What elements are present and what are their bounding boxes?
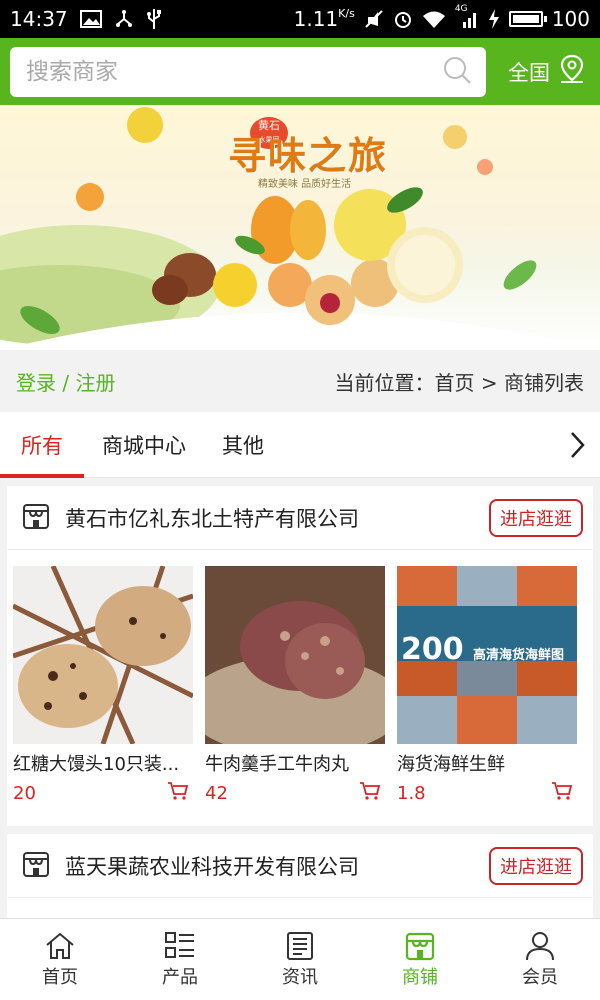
cart-icon[interactable] [167,781,189,805]
nav-news-label: 资讯 [282,966,318,988]
nav-home-label: 首页 [42,966,78,988]
enter-shop-button[interactable]: 进店逛逛 [489,498,583,537]
product-card[interactable]: 200 高清海货海鲜图 海货海鲜生鲜 1.8 [397,566,577,806]
category-tabs: 所有 商城中心 其他 [0,412,600,478]
product-card[interactable]: 红糖大馒头10只装... 20 [13,566,193,806]
signal-icon: 4G [455,4,479,28]
product-image-meatballs[interactable] [205,566,385,744]
top-header: 全国 [0,38,600,105]
network-type: 4G [454,4,468,14]
shop-icon [405,932,435,960]
seafood-image-caption: 高清海货海鲜图 [473,648,565,663]
nav-shops-label: 商铺 [402,966,438,988]
shop-name[interactable]: 黄石市亿礼东北土特产有限公司 [65,503,359,533]
breadcrumb: 当前位置：首页 > 商铺列表 [334,370,584,395]
shop-icon [21,849,51,883]
nav-home[interactable]: 首页 [0,919,120,1000]
banner-subtitle: 精致美味 品质好生活 [258,179,352,190]
product-name[interactable]: 牛肉羹手工牛肉丸 [205,750,385,776]
mute-icon [364,9,384,29]
shop-card: 蓝天果蔬农业科技开发有限公司 进店逛逛 [7,834,593,924]
home-icon [46,932,74,959]
status-bar: 14:37 1.11K/s 4G 100 [0,0,600,38]
tabs-next-button[interactable] [554,412,600,477]
usb-share-icon [114,9,134,29]
wifi-icon [422,10,446,28]
enter-shop-button[interactable]: 进店逛逛 [489,846,583,885]
product-name[interactable]: 海货海鲜生鲜 [397,750,577,776]
region-selector[interactable]: 全国 [508,54,586,89]
shop-card: 黄石市亿礼东北土特产有限公司 进店逛逛 红糖大馒头10只装... 20 牛肉羹手… [7,486,593,826]
speed-unit: K/s [338,7,355,20]
shop-icon [21,501,51,535]
product-price: 1.8 [397,782,426,804]
chevron-right-icon [571,431,585,458]
shop-header[interactable]: 黄石市亿礼东北土特产有限公司 进店逛逛 [7,486,593,550]
search-bar[interactable] [10,46,486,97]
product-image-seafood[interactable]: 200 高清海货海鲜图 [397,566,577,744]
search-input[interactable] [26,58,442,85]
image-icon [79,10,102,28]
cart-icon[interactable] [359,781,381,805]
product-name[interactable]: 红糖大馒头10只装... [13,750,193,776]
cart-icon[interactable] [551,781,573,805]
product-card[interactable]: 牛肉羹手工牛肉丸 42 [205,566,385,806]
location-pin-icon [558,54,586,89]
battery-icon [508,11,547,27]
bottom-navigation: 首页 产品 资讯 商铺 会员 [0,918,600,1000]
search-icon[interactable] [442,55,472,89]
seafood-image-number: 200 [401,632,464,667]
nav-member[interactable]: 会员 [480,919,600,1000]
banner-title: 寻味之旅 [228,134,389,178]
tab-mall-center[interactable]: 商城中心 [84,412,204,477]
region-label: 全国 [508,60,550,85]
shop-name[interactable]: 蓝天果蔬农业科技开发有限公司 [65,851,359,881]
promo-banner[interactable]: 黄石 水果网 寻味之旅 精致美味 品质好生活 [0,105,600,350]
user-icon [526,931,554,960]
list-icon [165,931,194,958]
breadcrumb-bar: 登录 / 注册 当前位置：首页 > 商铺列表 [0,350,600,412]
network-speed: 1.11K/s [293,7,355,31]
nav-news[interactable]: 资讯 [240,919,360,1000]
battery-level: 100 [551,7,590,31]
app-screen: 14:37 1.11K/s 4G 100 搜索商家 全国 黄石 水果网 寻味之旅… [0,0,600,1000]
product-list: 红糖大馒头10只装... 20 牛肉羹手工牛肉丸 42 200 高清海货海鲜图 … [7,550,593,806]
product-image-buns[interactable] [13,566,193,744]
nav-shops[interactable]: 商铺 [360,919,480,1000]
shop-header[interactable]: 蓝天果蔬农业科技开发有限公司 进店逛逛 [7,834,593,898]
login-register-link[interactable]: 登录 / 注册 [16,367,115,396]
product-price: 20 [13,782,36,804]
news-icon [287,931,313,960]
alarm-icon [393,9,413,29]
product-price: 42 [205,782,228,804]
tab-other[interactable]: 其他 [204,412,282,477]
nav-member-label: 会员 [522,966,558,988]
charging-icon [488,9,500,29]
usb-icon [146,8,162,30]
nav-products[interactable]: 产品 [120,919,240,1000]
status-time: 14:37 [10,7,68,31]
nav-products-label: 产品 [162,966,198,988]
tab-all[interactable]: 所有 [0,412,84,478]
